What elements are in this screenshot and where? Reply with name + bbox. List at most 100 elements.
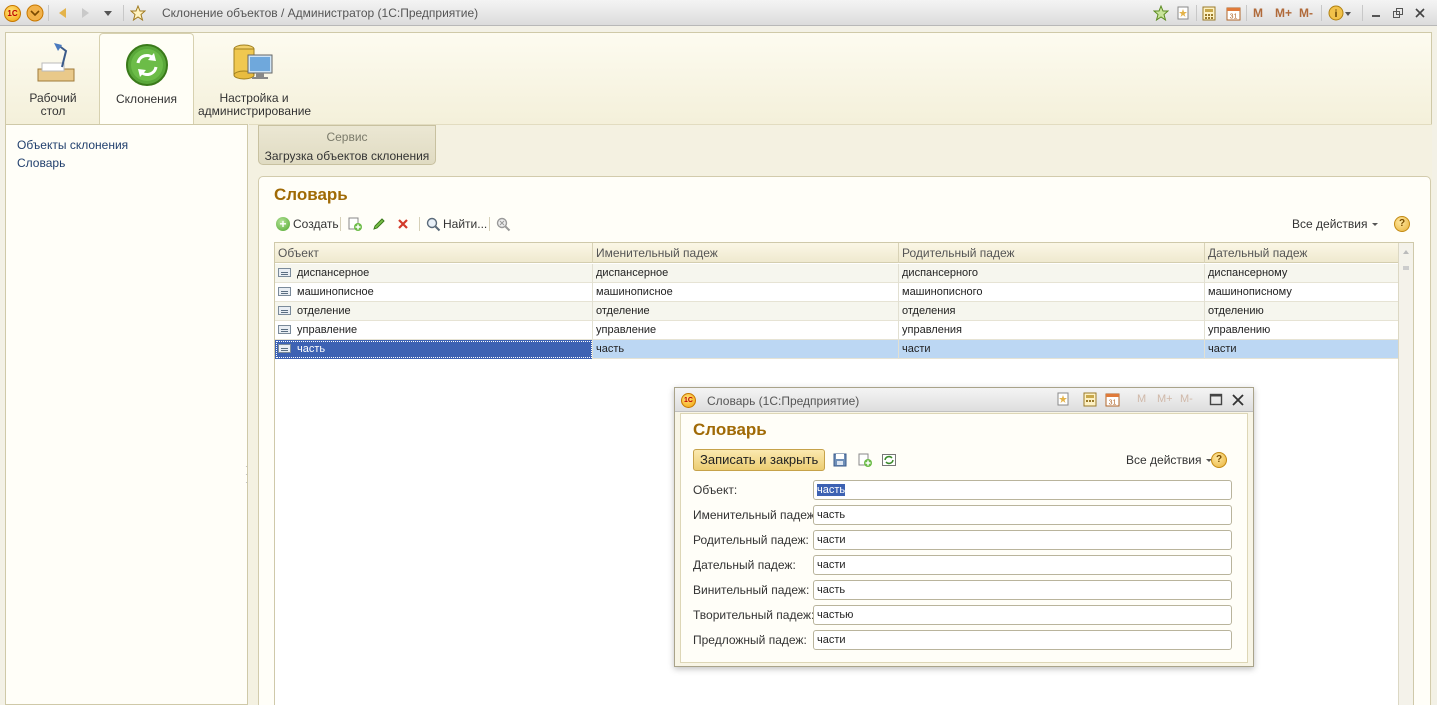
catalog-item-icon — [278, 344, 291, 353]
memory-minus-button[interactable]: M- — [1299, 4, 1313, 22]
memory-m-button[interactable]: M — [1253, 4, 1263, 22]
section-declensions[interactable]: Склонения — [99, 33, 194, 125]
service-header: Сервис — [326, 130, 368, 144]
dialog-memory-m[interactable]: M — [1137, 393, 1146, 405]
memory-plus-button[interactable]: M+ — [1275, 4, 1292, 22]
save-and-close-button[interactable]: Записать и закрыть — [693, 449, 826, 471]
field-input[interactable]: часть — [813, 580, 1232, 600]
find-button-label: Найти... — [443, 217, 488, 231]
section-desktop-label-2: стол — [40, 104, 66, 118]
field-value: части — [817, 634, 846, 646]
all-actions-menu[interactable]: Все действия — [1292, 214, 1380, 234]
cancel-search-button[interactable] — [496, 214, 511, 234]
catalog-item-icon — [278, 287, 291, 296]
field-label: Предложный падеж: — [693, 633, 807, 647]
cell-nominative[interactable]: отделение — [593, 302, 899, 321]
main-menu-button[interactable] — [26, 4, 44, 22]
close-icon[interactable] — [1414, 4, 1426, 22]
dialog-heading: Словарь — [693, 420, 767, 439]
back-arrow-icon[interactable] — [56, 4, 70, 22]
save-icon[interactable] — [832, 452, 848, 471]
field-input[interactable]: часть — [813, 505, 1232, 525]
nav-item-declension-objects[interactable]: Объекты склонения — [17, 138, 128, 152]
cell-text: управление — [297, 324, 358, 336]
cell-genitive[interactable]: машинописного — [899, 283, 1205, 302]
table-row[interactable]: машинописное машинописное машинописного маш… — [275, 283, 1398, 302]
dialog-memory-minus[interactable]: M- — [1180, 393, 1193, 405]
cell-nominative[interactable]: диспансерное — [593, 264, 899, 283]
section-desktop[interactable]: Рабочий стол — [20, 33, 86, 125]
field-label: Дательный падеж: — [693, 558, 796, 572]
table-row[interactable]: диспансерное диспансерное диспансерного дис… — [275, 264, 1398, 283]
field-input[interactable]: части — [813, 530, 1232, 550]
dialog-maximize-icon[interactable] — [1209, 393, 1223, 410]
cell-text: машинописное — [596, 286, 673, 298]
table-scrollbar[interactable] — [1398, 243, 1413, 705]
dialog-calculator-icon[interactable] — [1083, 392, 1097, 410]
field-input[interactable]: части — [813, 555, 1232, 575]
reread-icon[interactable] — [881, 452, 897, 471]
calendar-icon[interactable]: 31 — [1226, 4, 1241, 22]
column-header-object[interactable]: Объект — [275, 243, 593, 263]
minimize-icon[interactable] — [1370, 4, 1382, 22]
info-icon[interactable]: i — [1328, 4, 1352, 22]
cell-object[interactable]: диспансерное — [275, 264, 593, 283]
cell-text: отделения — [902, 305, 956, 317]
history-dropdown-icon[interactable] — [102, 4, 114, 22]
dialog-memory-plus[interactable]: M+ — [1157, 393, 1173, 405]
cell-genitive[interactable]: части — [899, 340, 1205, 359]
service-load-objects-link[interactable]: Загрузка объектов склонения — [259, 149, 435, 163]
create-button[interactable]: + Создать — [276, 214, 339, 234]
cell-dative[interactable]: машинописному — [1205, 283, 1398, 302]
cell-nominative[interactable]: машинописное — [593, 283, 899, 302]
column-header-dative[interactable]: Дательный падеж — [1205, 243, 1398, 263]
cell-dative[interactable]: диспансерному — [1205, 264, 1398, 283]
table-row[interactable]: управление управление управления управлению — [275, 321, 1398, 340]
cell-object[interactable]: отделение — [275, 302, 593, 321]
field-input[interactable]: части — [813, 630, 1232, 650]
delete-button[interactable] — [397, 214, 409, 234]
dialog-help-button[interactable]: ? — [1211, 452, 1227, 468]
cell-nominative[interactable]: часть — [593, 340, 899, 359]
database-computer-icon — [232, 41, 274, 88]
section-admin[interactable]: Настройка и администрирование — [198, 33, 311, 125]
edit-button[interactable] — [372, 214, 386, 234]
search-icon — [426, 217, 441, 231]
cell-object[interactable]: машинописное — [275, 283, 593, 302]
favorites-list-icon[interactable] — [1176, 4, 1190, 22]
forward-arrow-icon[interactable] — [78, 4, 92, 22]
field-input[interactable]: часть — [813, 480, 1232, 500]
cell-object[interactable]: управление — [275, 321, 593, 340]
add-favorite-icon[interactable] — [1153, 4, 1169, 22]
table-row[interactable]: отделение отделение отделения отделению — [275, 302, 1398, 321]
scroll-thumb-icon — [1403, 266, 1409, 270]
cell-genitive[interactable]: диспансерного — [899, 264, 1205, 283]
restore-icon[interactable] — [1392, 4, 1404, 22]
cell-genitive[interactable]: отделения — [899, 302, 1205, 321]
cell-object[interactable]: часть — [275, 340, 593, 359]
field-input[interactable]: частью — [813, 605, 1232, 625]
dialog-calendar-icon[interactable]: 31 — [1105, 392, 1120, 410]
favorites-star-icon[interactable] — [130, 4, 146, 22]
chevron-down-icon — [1372, 223, 1379, 226]
table-row[interactable]: часть часть части части — [275, 340, 1398, 359]
calculator-icon[interactable] — [1202, 4, 1216, 22]
cell-dative[interactable]: управлению — [1205, 321, 1398, 340]
dialog-close-icon[interactable] — [1231, 393, 1245, 410]
nav-item-dictionary[interactable]: Словарь — [17, 156, 65, 170]
field-value: части — [817, 559, 846, 571]
find-button[interactable]: Найти... — [426, 214, 487, 234]
help-button[interactable]: ? — [1394, 214, 1410, 234]
dialog-favorites-icon[interactable] — [1056, 392, 1070, 409]
cell-dative[interactable]: части — [1205, 340, 1398, 359]
catalog-item-icon — [278, 268, 291, 277]
cell-genitive[interactable]: управления — [899, 321, 1205, 340]
dialog-all-actions-menu[interactable]: Все действия — [1126, 453, 1214, 467]
column-header-genitive[interactable]: Родительный падеж — [899, 243, 1205, 263]
cell-dative[interactable]: отделению — [1205, 302, 1398, 321]
cell-nominative[interactable]: управление — [593, 321, 899, 340]
column-header-nominative[interactable]: Именительный падеж — [593, 243, 899, 263]
copy-button[interactable] — [347, 214, 363, 234]
copy-item-icon[interactable] — [857, 452, 873, 471]
app-logo-icon[interactable]: 1С — [4, 4, 21, 22]
